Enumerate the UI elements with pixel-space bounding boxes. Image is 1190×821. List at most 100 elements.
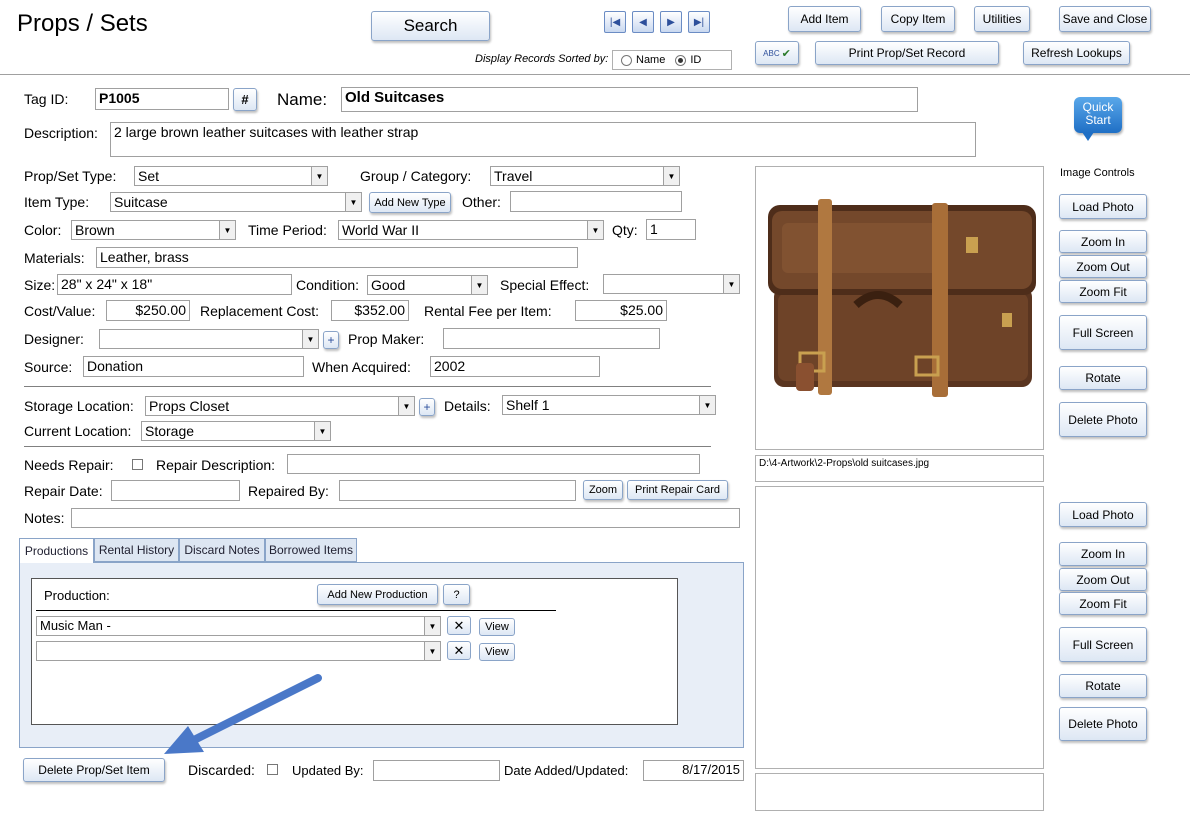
view-production-button[interactable]: View bbox=[479, 643, 515, 661]
add-designer-icon[interactable]: + bbox=[323, 331, 339, 349]
source-field[interactable]: Donation bbox=[83, 356, 304, 377]
full-screen-button-2[interactable]: Full Screen bbox=[1059, 627, 1147, 662]
other-field[interactable] bbox=[510, 191, 682, 212]
zoom-in-button-2[interactable]: Zoom In bbox=[1059, 542, 1147, 566]
remove-production-icon[interactable]: ✕ bbox=[447, 616, 471, 635]
condition-select[interactable]: Good ▼ bbox=[367, 275, 488, 295]
zoom-fit-button-2[interactable]: Zoom Fit bbox=[1059, 592, 1147, 615]
replacement-cost-field[interactable]: $352.00 bbox=[331, 300, 409, 321]
group-category-select[interactable]: Travel ▼ bbox=[490, 166, 680, 186]
zoom-out-button[interactable]: Zoom Out bbox=[1059, 255, 1147, 278]
zoom-fit-button[interactable]: Zoom Fit bbox=[1059, 280, 1147, 303]
notes-field[interactable] bbox=[71, 508, 740, 528]
size-field[interactable]: 28" x 24" x 18" bbox=[57, 274, 292, 295]
sort-by-id-radio[interactable]: ID bbox=[675, 54, 701, 66]
sort-by-name-radio[interactable]: Name bbox=[621, 54, 665, 66]
chevron-down-icon[interactable]: ▼ bbox=[311, 167, 327, 185]
chevron-down-icon[interactable]: ▼ bbox=[424, 642, 440, 660]
first-record-icon[interactable]: |◀ bbox=[604, 11, 626, 33]
save-and-close-button[interactable]: Save and Close bbox=[1059, 6, 1151, 32]
prop-maker-field[interactable] bbox=[443, 328, 660, 349]
updated-by-field[interactable] bbox=[373, 760, 500, 781]
copy-item-button[interactable]: Copy Item bbox=[881, 6, 955, 32]
print-record-button[interactable]: Print Prop/Set Record bbox=[815, 41, 999, 65]
chevron-down-icon[interactable]: ▼ bbox=[587, 221, 603, 239]
zoom-button[interactable]: Zoom bbox=[583, 480, 623, 500]
tab-rental-history[interactable]: Rental History bbox=[94, 538, 179, 562]
refresh-lookups-button[interactable]: Refresh Lookups bbox=[1023, 41, 1130, 65]
cost-value-field[interactable]: $250.00 bbox=[106, 300, 190, 321]
repaired-by-field[interactable] bbox=[339, 480, 576, 501]
name-field[interactable]: Old Suitcases bbox=[341, 87, 918, 112]
chevron-down-icon[interactable]: ▼ bbox=[663, 167, 679, 185]
tag-number-button[interactable]: # bbox=[233, 88, 257, 111]
description-field[interactable]: 2 large brown leather suitcases with lea… bbox=[110, 122, 976, 157]
materials-field[interactable]: Leather, brass bbox=[96, 247, 578, 268]
search-button[interactable]: Search bbox=[371, 11, 490, 41]
tab-productions[interactable]: Productions bbox=[19, 538, 94, 563]
view-production-button[interactable]: View bbox=[479, 618, 515, 636]
chevron-down-icon[interactable]: ▼ bbox=[398, 397, 414, 415]
photo-frame-2[interactable] bbox=[755, 486, 1044, 769]
tab-discard-notes[interactable]: Discard Notes bbox=[179, 538, 265, 562]
rotate-button-2[interactable]: Rotate bbox=[1059, 674, 1147, 698]
chevron-down-icon[interactable]: ▼ bbox=[219, 221, 235, 239]
add-storage-icon[interactable]: + bbox=[419, 398, 435, 416]
load-photo-button[interactable]: Load Photo bbox=[1059, 194, 1147, 219]
rental-fee-field[interactable]: $25.00 bbox=[575, 300, 667, 321]
chevron-down-icon[interactable]: ▼ bbox=[314, 422, 330, 440]
chevron-down-icon[interactable]: ▼ bbox=[699, 396, 715, 414]
load-photo-button-2[interactable]: Load Photo bbox=[1059, 502, 1147, 527]
chevron-down-icon[interactable]: ▼ bbox=[471, 276, 487, 294]
date-added-field[interactable]: 8/17/2015 bbox=[643, 760, 744, 781]
photo-path-field-2[interactable] bbox=[755, 773, 1044, 811]
previous-record-icon[interactable]: ◀ bbox=[632, 11, 654, 33]
zoom-out-button-2[interactable]: Zoom Out bbox=[1059, 568, 1147, 591]
photo-frame[interactable] bbox=[755, 166, 1044, 450]
item-type-select[interactable]: Suitcase ▼ bbox=[110, 192, 362, 212]
cost-value-label: Cost/Value: bbox=[24, 303, 96, 319]
color-select[interactable]: Brown ▼ bbox=[71, 220, 236, 240]
header-divider bbox=[0, 74, 1190, 75]
photo-path-field[interactable]: D:\4-Artwork\2-Props\old suitcases.jpg bbox=[755, 455, 1044, 482]
utilities-button[interactable]: Utilities bbox=[974, 6, 1030, 32]
remove-production-icon[interactable]: ✕ bbox=[447, 641, 471, 660]
time-period-select[interactable]: World War II ▼ bbox=[338, 220, 604, 240]
repair-description-field[interactable] bbox=[287, 454, 700, 474]
quick-start-button[interactable]: Quick Start bbox=[1074, 97, 1122, 133]
designer-select[interactable]: ▼ bbox=[99, 329, 319, 349]
chevron-down-icon[interactable]: ▼ bbox=[723, 275, 739, 293]
materials-label: Materials: bbox=[24, 250, 85, 266]
tag-id-field[interactable]: P1005 bbox=[95, 88, 229, 110]
zoom-in-button[interactable]: Zoom In bbox=[1059, 230, 1147, 253]
add-item-button[interactable]: Add Item bbox=[788, 6, 861, 32]
special-effect-select[interactable]: ▼ bbox=[603, 274, 740, 294]
when-acquired-field[interactable]: 2002 bbox=[430, 356, 600, 377]
production-select[interactable]: Music Man - ▼ bbox=[36, 616, 441, 636]
delete-photo-button-2[interactable]: Delete Photo bbox=[1059, 707, 1147, 741]
needs-repair-checkbox[interactable] bbox=[132, 459, 143, 470]
delete-item-button[interactable]: Delete Prop/Set Item bbox=[23, 758, 165, 782]
discarded-checkbox[interactable] bbox=[267, 764, 278, 775]
qty-field[interactable]: 1 bbox=[646, 219, 696, 240]
delete-photo-button[interactable]: Delete Photo bbox=[1059, 402, 1147, 437]
production-help-button[interactable]: ? bbox=[443, 584, 470, 605]
next-record-icon[interactable]: ▶ bbox=[660, 11, 682, 33]
add-new-production-button[interactable]: Add New Production bbox=[317, 584, 438, 605]
chevron-down-icon[interactable]: ▼ bbox=[345, 193, 361, 211]
chevron-down-icon[interactable]: ▼ bbox=[424, 617, 440, 635]
prop-set-type-select[interactable]: Set ▼ bbox=[134, 166, 328, 186]
storage-location-select[interactable]: Props Closet ▼ bbox=[145, 396, 415, 416]
chevron-down-icon[interactable]: ▼ bbox=[302, 330, 318, 348]
full-screen-button[interactable]: Full Screen bbox=[1059, 315, 1147, 350]
tab-borrowed-items[interactable]: Borrowed Items bbox=[265, 538, 357, 562]
repair-date-field[interactable] bbox=[111, 480, 240, 501]
details-select[interactable]: Shelf 1 ▼ bbox=[502, 395, 716, 415]
production-select[interactable]: ▼ bbox=[36, 641, 441, 661]
rotate-button[interactable]: Rotate bbox=[1059, 366, 1147, 390]
current-location-select[interactable]: Storage ▼ bbox=[141, 421, 331, 441]
add-new-type-button[interactable]: Add New Type bbox=[369, 192, 451, 213]
last-record-icon[interactable]: ▶| bbox=[688, 11, 710, 33]
spell-check-icon[interactable]: ABC ✔ bbox=[755, 41, 799, 65]
print-repair-card-button[interactable]: Print Repair Card bbox=[627, 480, 728, 500]
